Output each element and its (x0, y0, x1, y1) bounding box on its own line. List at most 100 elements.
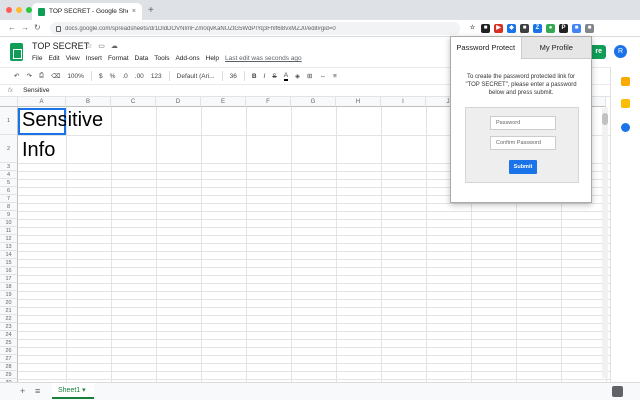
tab-password-protect[interactable]: Password Protect (451, 37, 522, 59)
paint-format-icon[interactable]: ⌫ (51, 72, 60, 80)
row-header[interactable]: 10 (0, 219, 18, 227)
row-header[interactable]: 4 (0, 171, 18, 179)
row-header[interactable]: 2 (0, 135, 18, 163)
row-header[interactable]: 6 (0, 187, 18, 195)
currency-button[interactable]: $ (99, 73, 103, 80)
row-header[interactable]: 27 (0, 355, 18, 363)
row-header[interactable]: 23 (0, 323, 18, 331)
row-header[interactable]: 8 (0, 203, 18, 211)
row-header[interactable]: 18 (0, 283, 18, 291)
p-ext-icon[interactable]: P (559, 24, 568, 33)
video-ext-icon[interactable]: ▶ (494, 24, 503, 33)
row-header[interactable]: 13 (0, 243, 18, 251)
undo-icon[interactable]: ↶ (14, 72, 19, 80)
back-button[interactable]: ← (8, 23, 16, 32)
black-ext-icon[interactable]: ■ (481, 24, 490, 33)
row-header[interactable]: 7 (0, 195, 18, 203)
scrollbar-thumb[interactable] (602, 113, 608, 125)
tasks-icon[interactable] (621, 123, 630, 132)
row-header[interactable]: 14 (0, 251, 18, 259)
menu-edit[interactable]: Edit (48, 55, 59, 62)
password-field[interactable]: Password (490, 116, 556, 130)
column-header[interactable]: E (201, 97, 246, 107)
text-color-button[interactable]: A (283, 72, 289, 81)
row-header[interactable]: 20 (0, 299, 18, 307)
menu-data[interactable]: Data (135, 55, 149, 62)
row-header[interactable]: 11 (0, 227, 18, 235)
row-header[interactable]: 24 (0, 331, 18, 339)
reload-button[interactable]: ↻ (34, 23, 41, 32)
row-header[interactable]: 1 (0, 107, 18, 135)
decrease-decimal-button[interactable]: .0 (122, 73, 127, 80)
minimize-window-button[interactable] (16, 7, 22, 13)
row-header[interactable]: 5 (0, 179, 18, 187)
menu-help[interactable]: Help (206, 55, 219, 62)
vertical-scrollbar[interactable] (602, 108, 608, 378)
row-header[interactable]: 21 (0, 307, 18, 315)
borders-icon[interactable]: ⊞ (307, 72, 312, 80)
forward-button[interactable]: → (21, 23, 29, 32)
row-header[interactable]: 3 (0, 163, 18, 171)
tab-my-profile[interactable]: My Profile (521, 37, 591, 59)
bold-button[interactable]: B (252, 73, 257, 80)
tag-ext-icon[interactable]: ◆ (507, 24, 516, 33)
menu-tools[interactable]: Tools (154, 55, 169, 62)
select-all-corner[interactable] (0, 97, 18, 107)
column-header[interactable]: G (291, 97, 336, 107)
row-header[interactable]: 16 (0, 267, 18, 275)
last-edit-link[interactable]: Last edit was seconds ago (225, 55, 302, 62)
row-header[interactable]: 26 (0, 347, 18, 355)
row-header[interactable]: 12 (0, 235, 18, 243)
add-sheet-button[interactable]: + (20, 386, 25, 396)
row-header[interactable]: 9 (0, 211, 18, 219)
submit-button[interactable]: Submit (509, 160, 537, 174)
strikethrough-button[interactable]: S (272, 73, 276, 80)
z-ext-icon[interactable]: Z (533, 24, 542, 33)
tab-sheet1[interactable]: Sheet1 ▾ (52, 383, 94, 399)
keep-icon[interactable] (621, 77, 630, 86)
address-bar[interactable]: docs.google.com/spreadsheets/d/1DldDOVNI… (50, 22, 460, 35)
grey-ext-icon[interactable]: ■ (585, 24, 594, 33)
menu-view[interactable]: View (66, 55, 80, 62)
merge-cells-icon[interactable]: ⇔ (320, 73, 327, 80)
column-header[interactable]: C (111, 97, 156, 107)
blue-ext-icon[interactable]: ■ (572, 24, 581, 33)
menu-insert[interactable]: Insert (86, 55, 102, 62)
dark-ext-icon[interactable]: ■ (520, 24, 529, 33)
column-header[interactable]: D (156, 97, 201, 107)
italic-button[interactable]: I (264, 73, 266, 80)
star-icon[interactable]: ☆ (468, 24, 477, 33)
star-icon[interactable]: ☆ (86, 42, 92, 50)
print-icon[interactable]: ⎙ (39, 72, 44, 80)
row-header[interactable]: 22 (0, 315, 18, 323)
avatar[interactable]: R (614, 45, 627, 58)
explore-icon[interactable] (612, 386, 623, 397)
column-header[interactable]: B (66, 97, 111, 107)
number-format-select[interactable]: 123 (151, 73, 162, 80)
calendar-icon[interactable] (621, 99, 630, 108)
doc-title[interactable]: TOP SECRET (32, 41, 89, 51)
cell-a2[interactable]: Info (22, 140, 55, 160)
cell-a1[interactable]: Sensitive (22, 110, 103, 130)
column-header[interactable]: F (246, 97, 291, 107)
formula-value[interactable]: Sensitive (23, 87, 49, 94)
row-header[interactable]: 28 (0, 363, 18, 371)
row-header[interactable]: 25 (0, 339, 18, 347)
pie-ext-icon[interactable]: ● (546, 24, 555, 33)
column-header[interactable]: A (18, 97, 66, 107)
move-folder-icon[interactable]: ▭ (98, 42, 105, 50)
percent-button[interactable]: % (110, 73, 116, 80)
fill-color-icon[interactable]: ◈ (295, 72, 300, 80)
redo-icon[interactable]: ↷ (26, 72, 31, 80)
row-header[interactable]: 19 (0, 291, 18, 299)
sheets-logo-icon[interactable] (10, 43, 23, 61)
menu-format[interactable]: Format (108, 55, 129, 62)
close-window-button[interactable] (6, 7, 12, 13)
confirm-password-field[interactable]: Confirm Password (490, 136, 556, 150)
font-select[interactable]: Default (Ari... (177, 73, 215, 80)
all-sheets-button[interactable]: ≡ (35, 386, 40, 396)
menu-file[interactable]: File (32, 55, 42, 62)
row-header[interactable]: 17 (0, 275, 18, 283)
new-tab-button[interactable]: + (148, 5, 154, 16)
tab-close-icon[interactable]: × (132, 8, 136, 15)
